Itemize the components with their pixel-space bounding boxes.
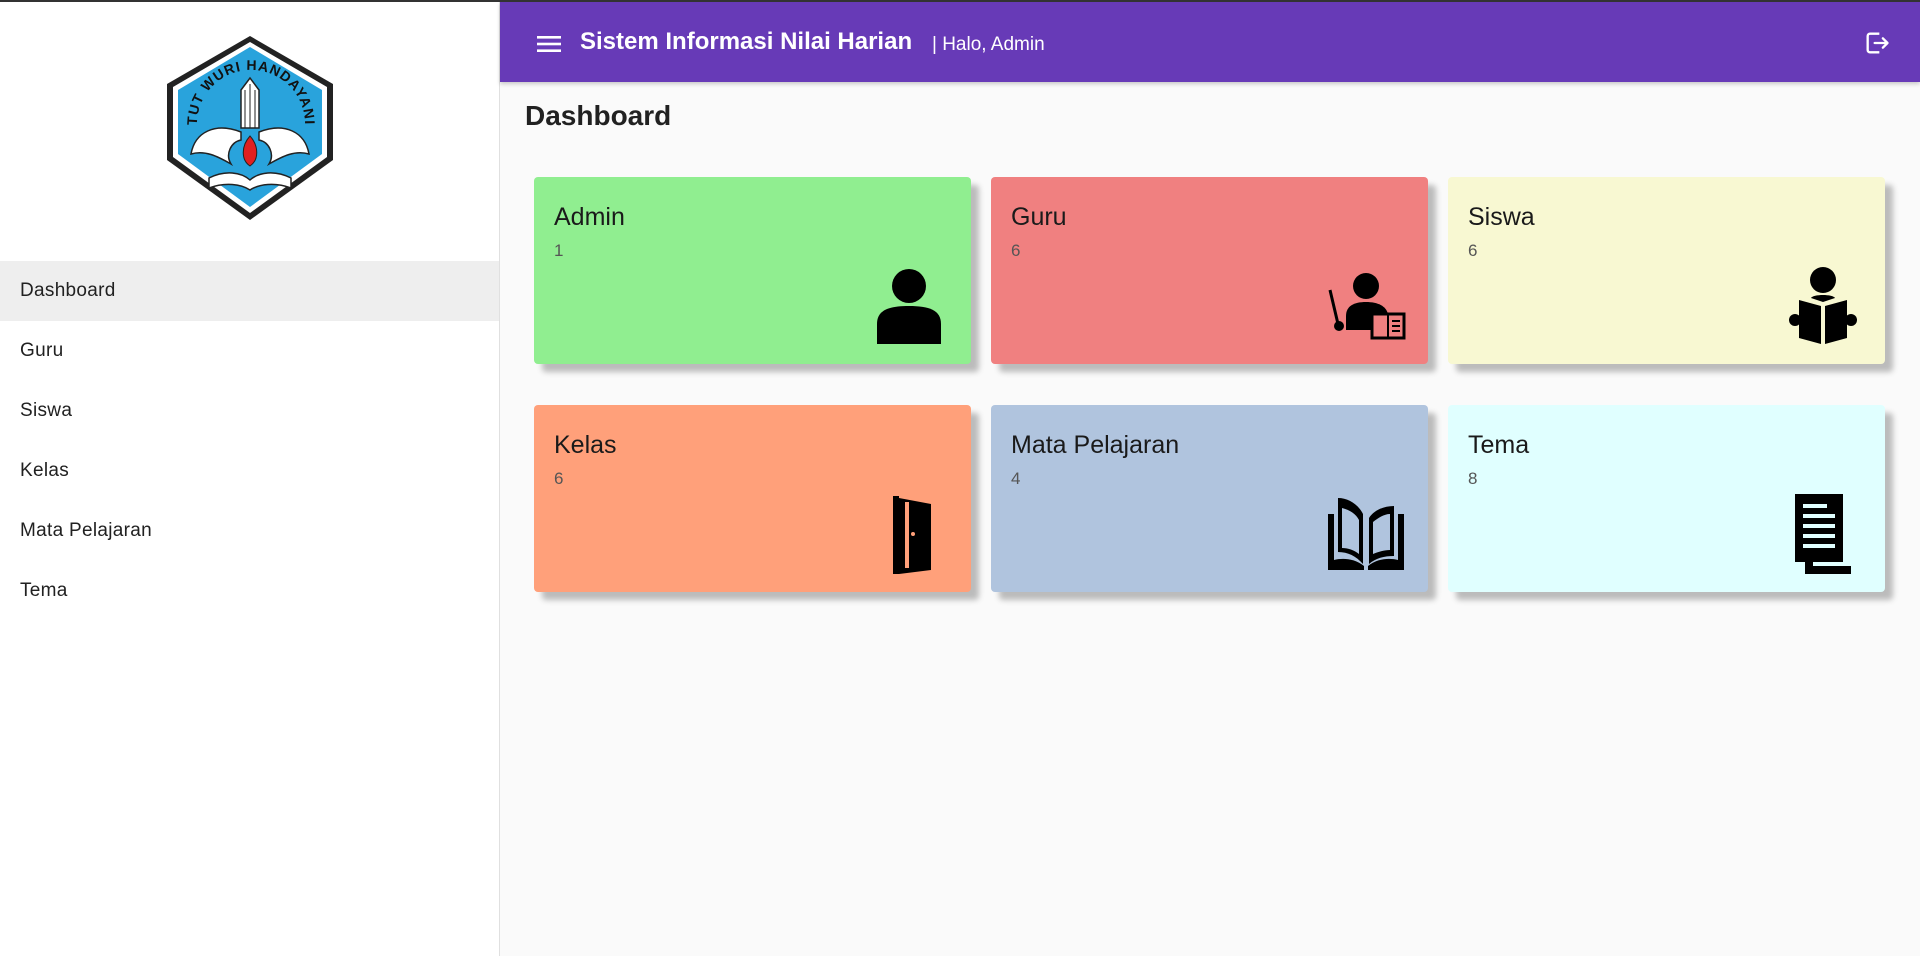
teacher-icon — [1326, 266, 1406, 346]
hamburger-menu-icon — [537, 36, 561, 52]
page-title: Dashboard — [525, 100, 672, 131]
card-admin[interactable]: Admin 1 — [534, 177, 971, 364]
app-title: Sistem Informasi Nilai Harian — [580, 28, 913, 55]
card-count: 4 — [1011, 469, 1021, 488]
card-count: 6 — [554, 469, 564, 488]
top-app-bar: Sistem Informasi Nilai Harian | Halo, Ad… — [500, 2, 1920, 82]
person-icon — [869, 266, 949, 346]
sidebar-item-dashboard[interactable]: Dashboard — [0, 261, 499, 321]
app-window: TUT WURI HANDAYANI Dashboard Guru Siswa … — [0, 0, 1920, 956]
card-title: Guru — [1011, 203, 1067, 231]
tut-wuri-handayani-logo: TUT WURI HANDAYANI — [155, 32, 345, 224]
card-count: 8 — [1468, 469, 1478, 488]
open-book-icon — [1326, 494, 1406, 574]
sidebar-nav: Dashboard Guru Siswa Kelas Mata Pelajara… — [0, 261, 499, 621]
reading-student-icon — [1783, 266, 1863, 346]
card-count: 6 — [1468, 241, 1478, 260]
logout-icon — [1866, 32, 1889, 54]
card-kelas[interactable]: Kelas 6 — [534, 405, 971, 592]
card-title: Tema — [1468, 431, 1530, 459]
logout-button[interactable] — [1860, 26, 1894, 60]
card-guru[interactable]: Guru 6 — [991, 177, 1428, 364]
sidebar-item-mata-pelajaran[interactable]: Mata Pelajaran — [0, 501, 499, 561]
document-icon — [1783, 494, 1863, 574]
sidebar-item-guru[interactable]: Guru — [0, 321, 499, 381]
card-title: Siswa — [1468, 203, 1535, 231]
card-title: Kelas — [554, 431, 617, 459]
card-count: 1 — [554, 241, 564, 260]
user-greeting: | Halo, Admin — [932, 34, 1045, 55]
sidebar-item-siswa[interactable]: Siswa — [0, 381, 499, 441]
card-title: Admin — [554, 203, 625, 231]
card-siswa[interactable]: Siswa 6 — [1448, 177, 1885, 364]
card-count: 6 — [1011, 241, 1021, 260]
sidebar: TUT WURI HANDAYANI Dashboard Guru Siswa … — [0, 2, 500, 956]
card-tema[interactable]: Tema 8 — [1448, 405, 1885, 592]
sidebar-item-kelas[interactable]: Kelas — [0, 441, 499, 501]
card-title: Mata Pelajaran — [1011, 431, 1180, 459]
menu-button[interactable] — [530, 25, 568, 63]
card-mata-pelajaran[interactable]: Mata Pelajaran 4 — [991, 405, 1428, 592]
sidebar-item-tema[interactable]: Tema — [0, 561, 499, 621]
summary-cards: Admin 1 Guru 6 Siswa 6 Kelas 6 Mata Pela… — [534, 177, 1886, 592]
door-icon — [869, 494, 949, 574]
